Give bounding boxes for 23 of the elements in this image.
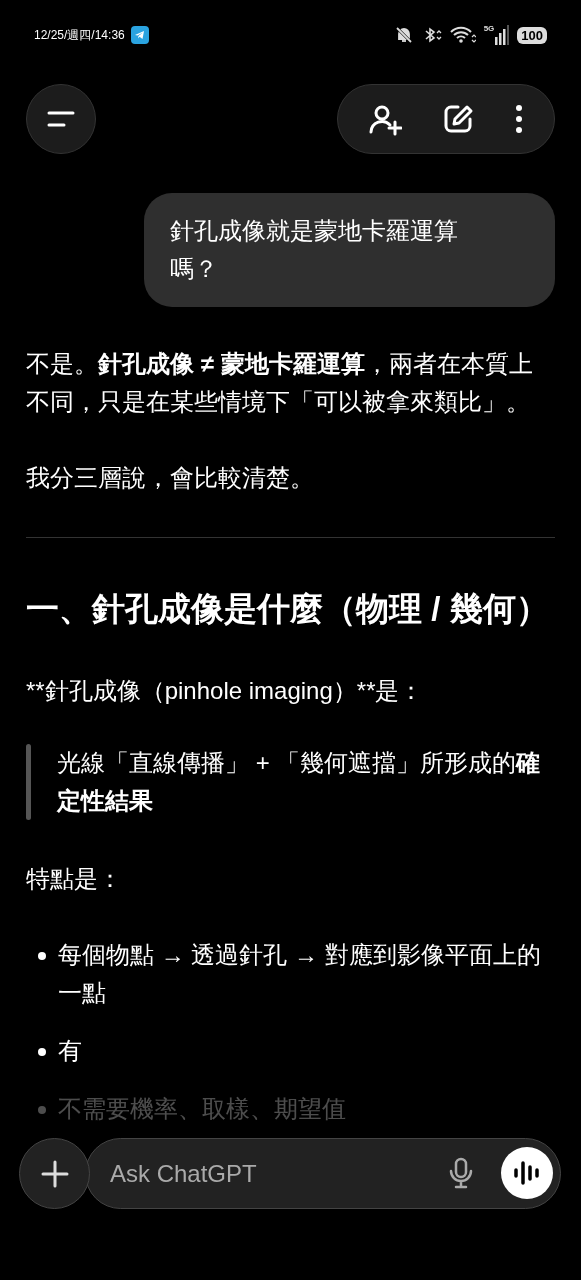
answer-paragraph: **針孔成像（pinhole imaging）**是： [26,676,425,706]
sound-wave-icon[interactable] [513,1160,541,1186]
edit-icon[interactable] [442,103,474,135]
signal-icon [495,25,510,45]
user-message-bubble: 針孔成像就是蒙地卡羅運算嗎？ [144,193,555,307]
network-type: 5G [483,25,495,33]
muted-bell-icon [393,25,414,45]
battery-level: 100 [517,26,547,44]
quote-text: 光線「直線傳播」 + 「幾何遮擋」所形成的確定性結果 [55,748,542,816]
list-item-text: 每個物點 → 透過針孔 → 對應到影像平面上的一點 [58,940,542,1008]
list-item-text: 有 [58,1036,82,1066]
message-input-field[interactable]: Ask ChatGPT [85,1138,561,1209]
microphone-icon[interactable] [448,1157,474,1189]
wifi-icon [449,25,476,45]
section-heading: 一、針孔成像是什麼（物理 / 幾何） [26,589,550,629]
answer-paragraph: 特點是： [26,864,123,894]
status-time: 12/25/週四/14:36 [34,27,125,44]
paper-plane-app-icon [130,26,149,44]
plus-icon[interactable] [39,1158,70,1189]
list-item-text: 不需要機率、取樣、期望值 [58,1094,346,1124]
answer-paragraph: 不是。針孔成像 ≠ 蒙地卡羅運算，兩者在本質上不同，只是在某些情境下「可以被拿來類比」。 [26,349,534,417]
more-options-icon[interactable] [514,104,524,134]
answer-paragraph: 我分三層說，會比較清楚。 [26,463,315,493]
